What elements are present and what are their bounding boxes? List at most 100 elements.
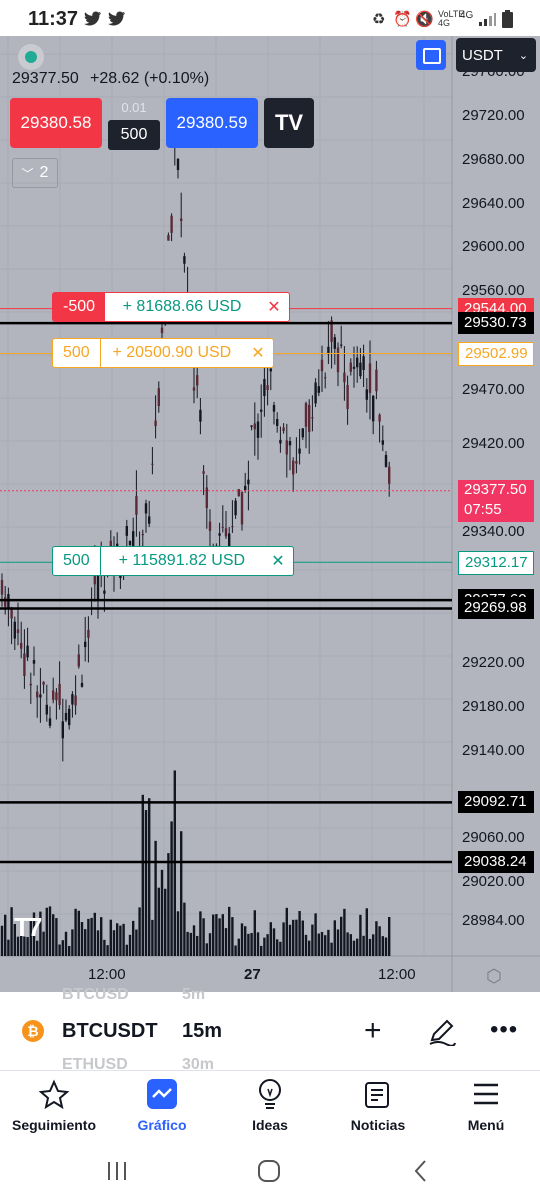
add-icon[interactable]: + <box>364 1014 382 1048</box>
collapse-indicators-button[interactable]: ﹀ 2 <box>12 158 58 188</box>
volume-bar <box>90 917 93 956</box>
order-line-short[interactable]: -500 + 81688.66 USD ✕ <box>52 292 290 322</box>
candle-body <box>0 580 4 595</box>
nav-noticias[interactable]: Noticias <box>324 1071 432 1149</box>
battery-icon <box>502 10 513 28</box>
candle-body <box>250 425 253 427</box>
volume-bar <box>388 916 391 956</box>
volume-bar <box>112 930 116 956</box>
candle-body <box>157 388 160 407</box>
volume-bar <box>80 921 84 956</box>
twitter-icon <box>84 11 101 26</box>
candle-body <box>362 356 365 370</box>
market-status[interactable] <box>18 44 44 70</box>
settings-icon[interactable]: ⬡ <box>486 966 502 987</box>
status-time: 11:37 <box>28 8 79 30</box>
bitcoin-icon: ₿ <box>22 1020 44 1042</box>
candle-body <box>42 681 45 685</box>
order-line-long[interactable]: 500 + 115891.82 USD ✕ <box>52 546 294 576</box>
next-interval[interactable]: 30m <box>182 1056 214 1070</box>
close-icon[interactable]: ✕ <box>243 343 273 363</box>
volume-bar <box>157 887 160 956</box>
tradingview-logo-icon: TV <box>274 110 304 135</box>
prev-symbol[interactable]: BTCUSD <box>62 986 129 1004</box>
buy-button[interactable]: 29380.59 <box>166 98 258 148</box>
close-icon[interactable]: ✕ <box>263 551 293 571</box>
volume-bar <box>208 933 212 956</box>
candle-body <box>141 534 144 536</box>
volume-bar <box>356 938 359 956</box>
order-qty[interactable]: -500 <box>53 293 106 321</box>
recycle-icon: ♻ <box>372 11 386 28</box>
star-icon <box>38 1079 70 1110</box>
fullscreen-button[interactable] <box>416 40 446 70</box>
price-chart[interactable]: 29760.0029720.0029680.0029640.0029600.00… <box>0 36 540 992</box>
volume-bar <box>176 911 180 956</box>
volume-bar <box>170 821 173 956</box>
symbol-name[interactable]: BTCUSDT <box>62 1020 158 1043</box>
candle-body <box>84 641 87 648</box>
price-level-value: 29092.71 <box>464 793 527 811</box>
candle-body <box>381 440 384 445</box>
symbol-bar[interactable]: BTCUSD 5m ₿ BTCUSDT 15m ETHUSD 30m + ••• <box>0 986 540 1070</box>
back-icon[interactable] <box>410 1158 432 1184</box>
volume-bar <box>122 923 125 956</box>
tradingview-logo-button[interactable]: TV <box>264 98 314 148</box>
volume-bar <box>10 907 13 956</box>
candle-body <box>272 405 276 412</box>
sell-button[interactable]: 29380.58 <box>10 98 102 148</box>
lightbulb-icon <box>259 1079 281 1109</box>
candle-body <box>39 694 42 698</box>
price-level-label: 29092.71 <box>458 791 534 814</box>
order-line-limit[interactable]: 500 + 20500.90 USD ✕ <box>52 338 274 368</box>
home-icon[interactable] <box>256 1158 282 1184</box>
volume-bar <box>74 908 77 956</box>
price-level-value: 29038.24 <box>464 853 527 871</box>
candle-body <box>52 690 55 700</box>
volume-bar <box>186 931 189 956</box>
volume-bar <box>160 869 164 956</box>
nav-menu[interactable]: Menú <box>432 1071 540 1149</box>
volume-bar <box>64 931 68 956</box>
volume-bar <box>368 938 372 956</box>
candle-body <box>263 379 266 396</box>
order-qty[interactable]: 500 <box>53 339 101 367</box>
price-tick: 29470.00 <box>462 380 525 398</box>
close-icon[interactable]: ✕ <box>259 297 289 317</box>
volume-bar <box>272 928 276 956</box>
candle-body <box>154 420 157 427</box>
order-qty[interactable]: 500 <box>53 547 101 575</box>
nav-ideas[interactable]: Ideas <box>216 1071 324 1149</box>
next-symbol[interactable]: ETHUSD <box>62 1056 128 1070</box>
candle-body <box>71 694 74 705</box>
volume-bar <box>154 840 157 956</box>
candle-body <box>346 385 349 409</box>
nav-grafico[interactable]: Gráfico <box>108 1071 216 1149</box>
candle-body <box>4 597 7 607</box>
candle-body <box>135 496 138 515</box>
price-level-value: 29312.17 <box>465 554 528 572</box>
price-tick: 29640.00 <box>462 194 525 212</box>
bar-countdown: 07:55 <box>464 500 502 518</box>
volume-bar <box>221 914 224 956</box>
candle-body <box>45 704 48 715</box>
volume-bar <box>381 936 384 956</box>
volume-bar <box>260 945 263 956</box>
draw-pen-icon[interactable] <box>428 1018 456 1046</box>
recent-apps-icon[interactable] <box>106 1160 130 1182</box>
nav-seguimiento[interactable]: Seguimiento <box>0 1071 108 1149</box>
candle-body <box>359 362 362 377</box>
price-tick: 29680.00 <box>462 150 525 168</box>
volume-bar <box>308 940 311 956</box>
candle-body <box>176 158 180 171</box>
candle-body <box>260 409 263 412</box>
quantity-input[interactable]: 500 <box>108 120 160 150</box>
prev-interval[interactable]: 5m <box>182 986 205 1004</box>
volume-bar <box>266 934 269 956</box>
more-options-icon[interactable]: ••• <box>490 1016 518 1044</box>
candle-body <box>196 375 199 386</box>
candle-body <box>144 503 148 514</box>
volume-bar <box>205 943 208 956</box>
interval[interactable]: 15m <box>182 1020 222 1043</box>
currency-select[interactable]: USDT ⌄ <box>456 38 536 72</box>
